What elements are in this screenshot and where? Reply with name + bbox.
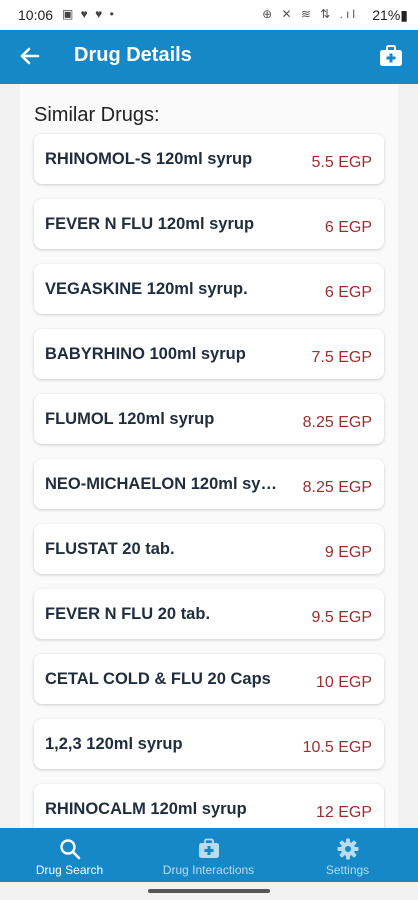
drug-price: 10.5 EGP (302, 739, 372, 756)
similar-drug-item[interactable]: VEGASKINE 120ml syrup. 6 EGP (34, 264, 384, 314)
arrow-left-icon (20, 47, 40, 65)
bottom-navigation: Drug Search Drug Interactions Settings (0, 828, 418, 882)
system-status-icons: ⊕ ✕ ≋ ⇅ .ıl (262, 7, 358, 21)
similar-drug-item[interactable]: FEVER N FLU 20 tab. 9.5 EGP (34, 589, 384, 639)
back-button[interactable] (14, 40, 46, 72)
drug-interactions-shortcut-button[interactable] (378, 43, 404, 69)
drug-name: FEVER N FLU 20 tab. (45, 605, 211, 623)
first-aid-kit-icon (198, 838, 219, 858)
similar-drug-item[interactable]: NEO-MICHAELON 120ml syrup 8.25 EGP (34, 459, 384, 509)
nav-drug-interactions[interactable]: Drug Interactions (139, 828, 278, 882)
drug-price: 8.25 EGP (302, 414, 372, 431)
gear-icon (337, 838, 358, 860)
nav-settings[interactable]: Settings (278, 828, 417, 882)
drug-name: FLUSTAT 20 tab. (45, 540, 175, 558)
similar-drug-item[interactable]: 1,2,3 120ml syrup 10.5 EGP (34, 719, 384, 769)
page-title: Drug Details (74, 44, 192, 66)
notification-icons: ▣ ♥ ♥ • (62, 7, 116, 21)
nav-label: Settings (325, 863, 370, 877)
drug-name: RHINOMOL-S 120ml syrup (45, 150, 253, 168)
similar-drug-item[interactable]: FEVER N FLU 120ml syrup 6 EGP (34, 199, 384, 249)
drug-price: 6 EGP (324, 284, 372, 301)
app-bar: Drug Details (0, 30, 418, 84)
drug-name: 1,2,3 120ml syrup (45, 735, 183, 753)
similar-drug-item[interactable]: BABYRHINO 100ml syrup 7.5 EGP (34, 329, 384, 379)
nav-label: Drug Interactions (162, 863, 255, 877)
drug-price: 6 EGP (324, 219, 372, 236)
search-icon (59, 839, 80, 860)
battery-indicator: 21%▮ (372, 7, 408, 23)
drug-name: BABYRHINO 100ml syrup (45, 345, 246, 363)
nav-label: Drug Search (35, 863, 104, 877)
drug-name: CETAL COLD & FLU 20 Caps (45, 670, 271, 688)
similar-drugs-heading: Similar Drugs: (34, 104, 160, 126)
similar-drug-item[interactable]: CETAL COLD & FLU 20 Caps 10 EGP (34, 654, 384, 704)
gesture-navigation-area (0, 882, 418, 900)
drug-name: FLUMOL 120ml syrup (45, 410, 215, 428)
drug-price: 10 EGP (315, 674, 372, 691)
drug-price: 12 EGP (315, 804, 372, 821)
drug-details-content[interactable]: Similar Drugs: RHINOMOL-S 120ml syrup 5.… (20, 84, 398, 828)
drug-name: NEO-MICHAELON 120ml syrup (45, 475, 280, 493)
similar-drug-item[interactable]: FLUMOL 120ml syrup 8.25 EGP (34, 394, 384, 444)
drug-price: 9 EGP (324, 544, 372, 561)
drug-price: 5.5 EGP (311, 154, 372, 171)
similar-drug-item[interactable]: RHINOMOL-S 120ml syrup 5.5 EGP (34, 134, 384, 184)
home-gesture-bar[interactable] (148, 889, 270, 893)
nav-drug-search[interactable]: Drug Search (0, 828, 139, 882)
similar-drug-item[interactable]: FLUSTAT 20 tab. 9 EGP (34, 524, 384, 574)
drug-name: RHINOCALM 120ml syrup (45, 800, 247, 818)
drug-price: 8.25 EGP (302, 479, 372, 496)
status-time: 10:06 (18, 7, 54, 23)
drug-name: FEVER N FLU 120ml syrup (45, 215, 255, 233)
similar-drug-item[interactable]: RHINOCALM 120ml syrup 12 EGP (34, 784, 384, 828)
first-aid-kit-icon (380, 45, 402, 66)
drug-name: VEGASKINE 120ml syrup. (45, 280, 248, 298)
drug-price: 7.5 EGP (311, 349, 372, 366)
status-bar: 10:06 ▣ ♥ ♥ • ⊕ ✕ ≋ ⇅ .ıl 21%▮ (0, 0, 418, 30)
drug-price: 9.5 EGP (311, 609, 372, 626)
